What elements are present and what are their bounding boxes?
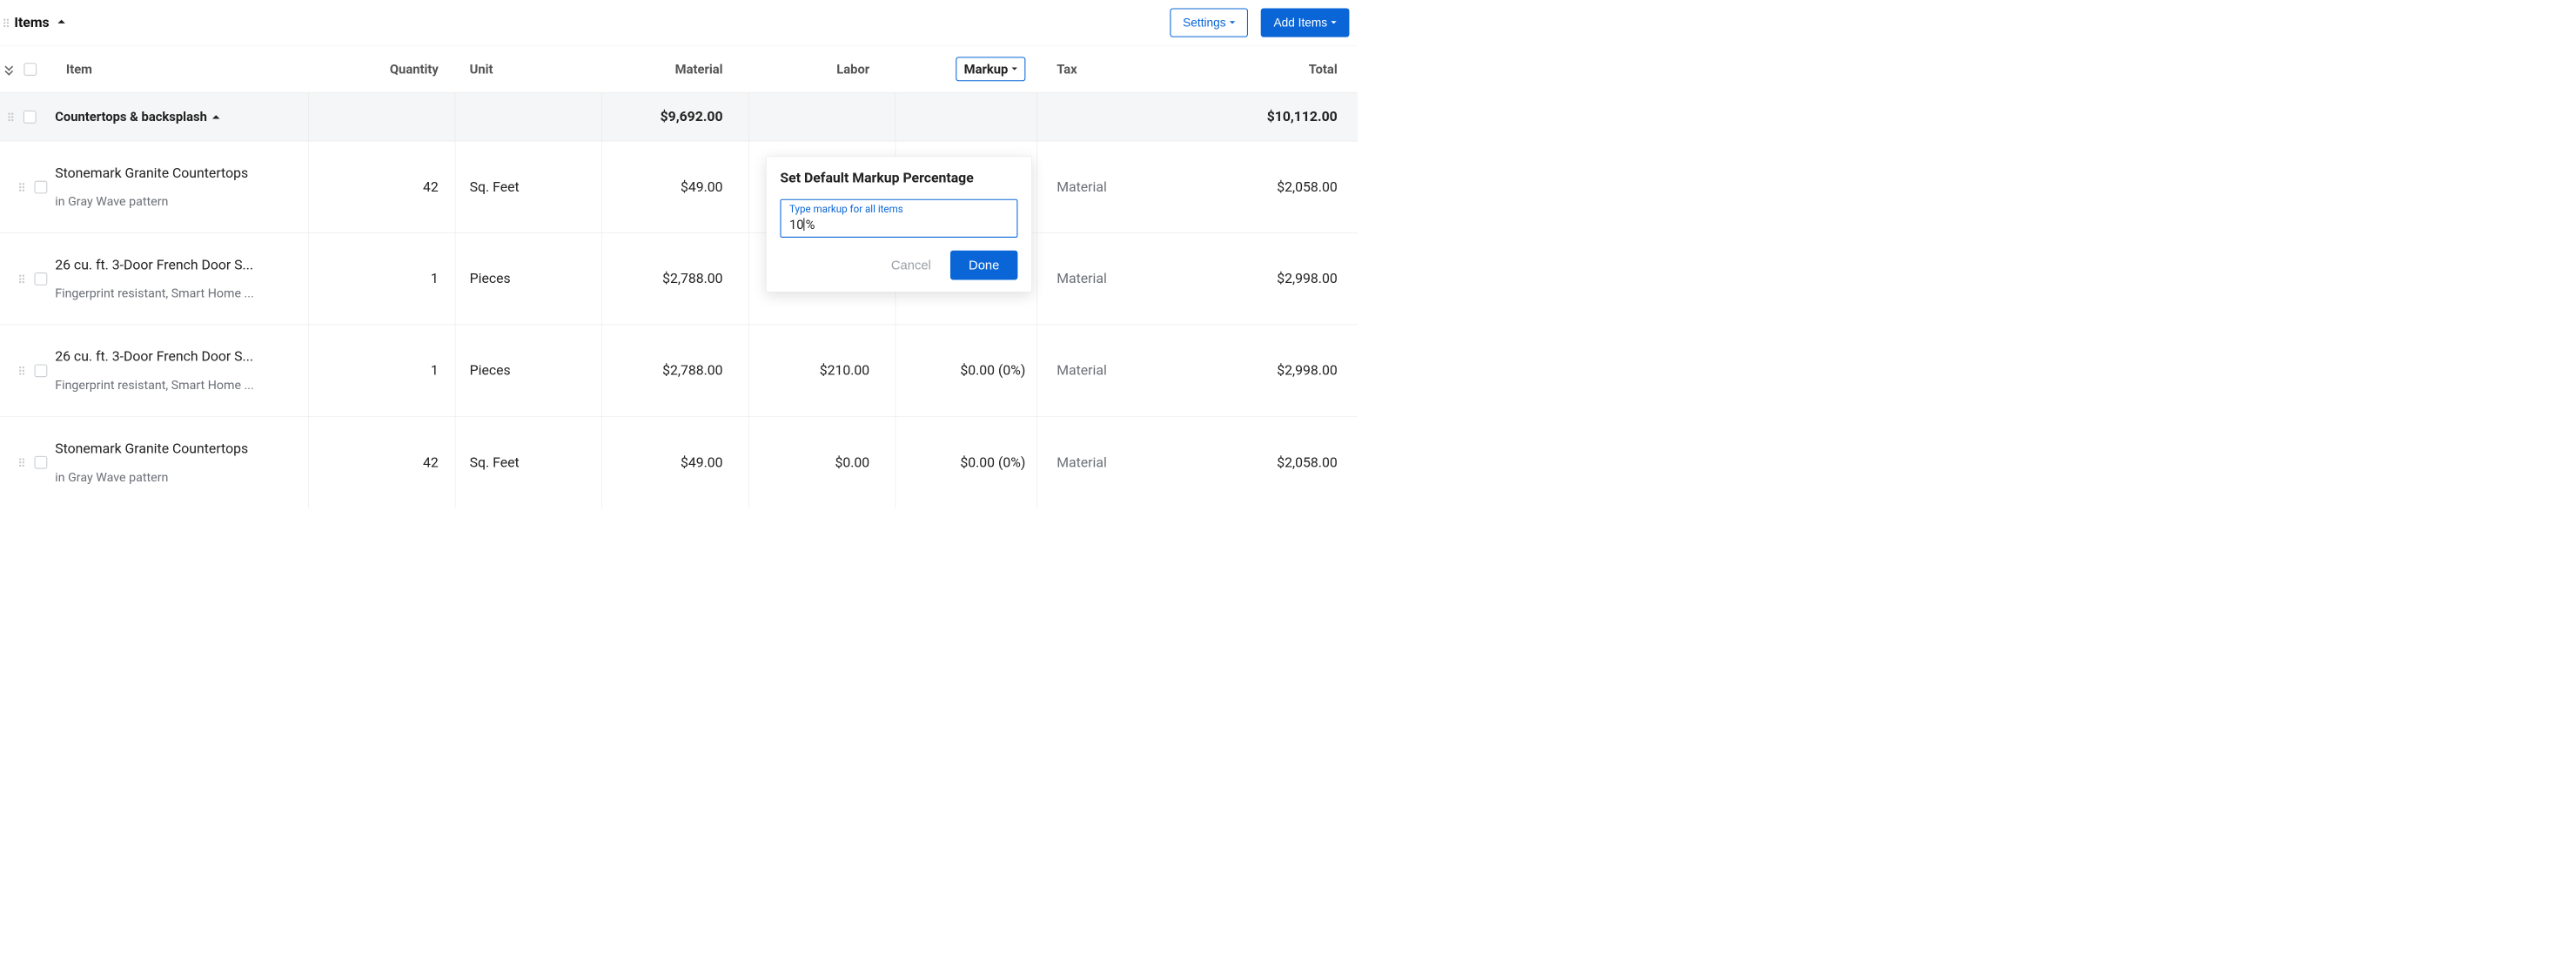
drag-handle-icon[interactable] [19,458,24,466]
chevron-down-icon [1230,21,1235,24]
drag-handle-icon[interactable] [19,274,24,282]
item-tax: Material [1046,271,1184,286]
col-unit: Unit [459,62,596,77]
item-total: $2,058.00 [1184,179,1358,195]
markup-input-label: Type markup for all items [789,204,1009,215]
markup-input-wrap[interactable]: Type markup for all items 10% [780,199,1017,238]
item-unit: Pieces [459,362,596,378]
add-items-button-label: Add Items [1273,16,1327,30]
item-name: 26 cu. ft. 3-Door French Door S... [55,349,293,365]
col-material: Material [596,62,743,77]
item-markup: $0.00 (0%) [889,454,1045,470]
group-checkbox[interactable] [23,111,37,124]
chevron-down-icon [1012,67,1017,70]
markup-input-value[interactable]: 10 [789,217,804,232]
item-labor: $0.00 [743,454,890,470]
item-tax: Material [1046,362,1184,378]
group-title[interactable]: Countertops & backsplash [55,109,303,124]
select-all-checkbox[interactable] [23,63,37,76]
item-unit: Sq. Feet [459,454,596,470]
item-total: $2,998.00 [1184,271,1358,286]
expand-all-icon[interactable] [3,63,16,76]
item-checkbox[interactable] [35,456,48,469]
markup-label: Markup [964,62,1009,77]
item-unit: Pieces [459,271,596,286]
item-checkbox[interactable] [35,180,48,193]
section-title: Items [14,15,49,30]
item-name: Stonemark Granite Countertops [55,440,293,456]
drag-handle-icon[interactable] [3,18,9,26]
drag-handle-icon[interactable] [19,366,24,374]
col-total: Total [1184,62,1358,77]
item-tax: Material [1046,179,1184,195]
item-material: $49.00 [596,179,743,195]
item-checkbox[interactable] [35,272,48,286]
group-material-total: $9,692.00 [596,109,743,124]
item-desc: Fingerprint resistant, Smart Home ... [55,378,293,393]
group-title-text: Countertops & backsplash [55,109,207,124]
item-labor: $210.00 [743,362,890,378]
item-row[interactable]: 26 cu. ft. 3-Door French Door S... Finge… [0,233,1358,325]
markup-dropdown-button[interactable]: Markup [956,57,1025,81]
drag-handle-icon[interactable] [19,183,24,191]
settings-button[interactable]: Settings [1170,8,1248,37]
cancel-button[interactable]: Cancel [887,252,936,279]
col-quantity: Quantity [303,62,459,77]
text-cursor [804,218,805,231]
chevron-up-icon[interactable] [57,19,64,23]
drag-handle-icon[interactable] [8,112,13,120]
percent-symbol: % [806,217,815,232]
group-row[interactable]: Countertops & backsplash $9,692.00 $10,1… [0,92,1358,141]
item-markup: $0.00 (0%) [889,362,1045,378]
item-row[interactable]: Stonemark Granite Countertops in Gray Wa… [0,141,1358,232]
item-quantity: 1 [303,271,459,286]
item-name: 26 cu. ft. 3-Door French Door S... [55,257,293,272]
item-quantity: 42 [303,454,459,470]
item-name: Stonemark Granite Countertops [55,165,293,181]
col-item: Item [55,62,303,77]
item-quantity: 1 [303,362,459,378]
col-markup: Markup [889,57,1045,81]
item-total: $2,058.00 [1184,454,1358,470]
table-header: Item Quantity Unit Material Labor Markup… [0,46,1358,93]
item-unit: Sq. Feet [459,179,596,195]
add-items-button[interactable]: Add Items [1261,8,1350,37]
item-checkbox[interactable] [35,364,48,377]
item-quantity: 42 [303,179,459,195]
items-table: Item Quantity Unit Material Labor Markup… [0,46,1358,508]
item-desc: in Gray Wave pattern [55,469,293,484]
popover-title: Set Default Markup Percentage [780,171,1017,186]
col-tax: Tax [1046,62,1184,77]
markup-popover: Set Default Markup Percentage Type marku… [766,156,1032,292]
item-material: $49.00 [596,454,743,470]
item-material: $2,788.00 [596,271,743,286]
group-grand-total: $10,112.00 [1184,109,1358,124]
item-row[interactable]: 26 cu. ft. 3-Door French Door S... Finge… [0,325,1358,416]
item-total: $2,998.00 [1184,362,1358,378]
item-material: $2,788.00 [596,362,743,378]
chevron-down-icon [1331,21,1336,24]
chevron-up-icon [212,115,219,118]
section-header: Items Settings Add Items [0,0,1358,46]
col-labor: Labor [743,62,890,77]
item-tax: Material [1046,454,1184,470]
done-button[interactable]: Done [950,251,1017,280]
settings-button-label: Settings [1183,16,1226,30]
item-row[interactable]: Stonemark Granite Countertops in Gray Wa… [0,417,1358,508]
item-desc: in Gray Wave pattern [55,194,293,209]
item-desc: Fingerprint resistant, Smart Home ... [55,286,293,300]
